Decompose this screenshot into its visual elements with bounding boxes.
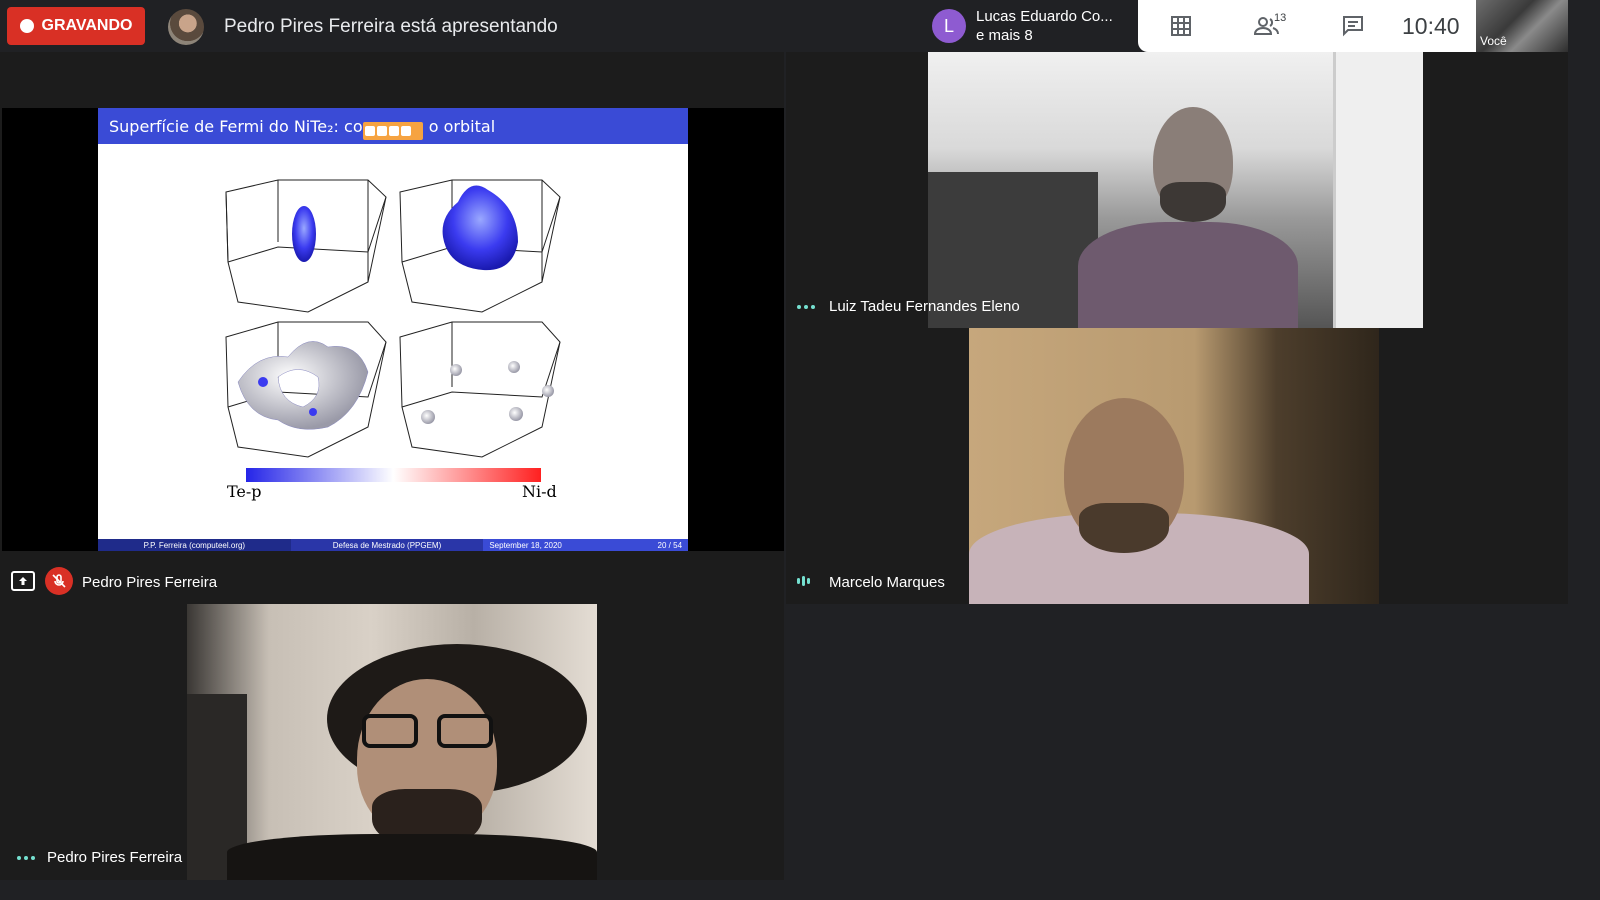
grid-icon [1171,16,1191,36]
tile-name-pedro: Pedro Pires Ferreira [47,849,183,866]
window-icon [401,126,411,136]
fermi-pocket-4b [508,361,520,373]
present-screen-icon[interactable] [11,571,35,591]
fermi-sheet-3 [237,341,369,430]
fermi-pocket-4a [450,364,462,376]
chat-icon [1343,16,1363,37]
presenter-tile-name: Pedro Pires Ferreira [82,574,218,591]
recording-label: GRAVANDO [41,17,133,34]
fermi-pocket-4d [542,385,554,397]
slide-footer: P.P. Ferreira (computeel.org) Defesa de … [98,539,688,551]
footer-page: 20 / 54 [657,540,683,550]
slide-title-start: Superfície de Fermi do NiTe₂: con [109,117,373,136]
meeting-clock: 10:40 [1402,12,1460,39]
chat-button[interactable] [1310,0,1396,52]
meeting-toolbar: 13 10:40 [1138,0,1476,52]
tile-name-luiz: Luiz Tadeu Fernandes Eleno [829,298,1020,315]
fermi-surface-figure [225,179,561,458]
speaking-indicator-icon [797,576,810,586]
footer-event: Defesa de Mestrado (PPGEM) [290,539,484,551]
fermi-pocket-4c [421,410,435,424]
camera-icon [377,126,387,136]
te-p-spot [309,408,317,416]
browser-icon [365,126,375,136]
recording-badge[interactable]: GRAVANDO [7,7,145,45]
record-dot-icon [19,19,34,33]
video-pedro [187,604,597,880]
video-luiz [928,52,1423,332]
people-button[interactable]: 13 [1224,0,1310,52]
fermi-pocket-2 [442,185,518,271]
te-p-spot [258,377,268,387]
fermi-pocket-4e [509,407,523,421]
audio-indicator-icon [797,305,815,309]
footer-author: P.P. Ferreira (computeel.org) [98,539,291,551]
participant-avatar: L [932,9,966,43]
orbital-colorbar [246,468,541,482]
mic-icon [389,126,399,136]
layout-button[interactable] [1138,0,1224,52]
footer-date: September 18, 2020 [489,540,562,550]
presenter-avatar [168,9,204,45]
participant-name: Lucas Eduardo Co... [976,8,1113,25]
footer-right: September 18, 2020 20 / 54 [483,539,688,551]
colorbar-right-label: Ni-d [522,482,557,501]
participant-more: e mais 8 [976,27,1033,44]
screen-share-extension-bar[interactable] [363,122,423,140]
mic-muted-icon [45,567,73,595]
video-marcelo [969,328,1379,604]
tile-name-marcelo: Marcelo Marques [829,574,945,591]
people-count: 13 [1274,12,1287,24]
fermi-pocket-1 [292,206,316,262]
presenting-status: Pedro Pires Ferreira está apresentando [224,16,558,37]
self-view-label: Você [1480,34,1507,48]
presentation-slide: Superfície de Fermi do NiTe₂: con o orbit… [98,108,688,551]
audio-indicator-icon [17,856,35,860]
slide-title-end: o orbital [428,117,496,136]
colorbar-left-label: Te-p [227,482,262,501]
participants-chip[interactable]: L Lucas Eduardo Co... e mais 8 [924,0,1138,52]
